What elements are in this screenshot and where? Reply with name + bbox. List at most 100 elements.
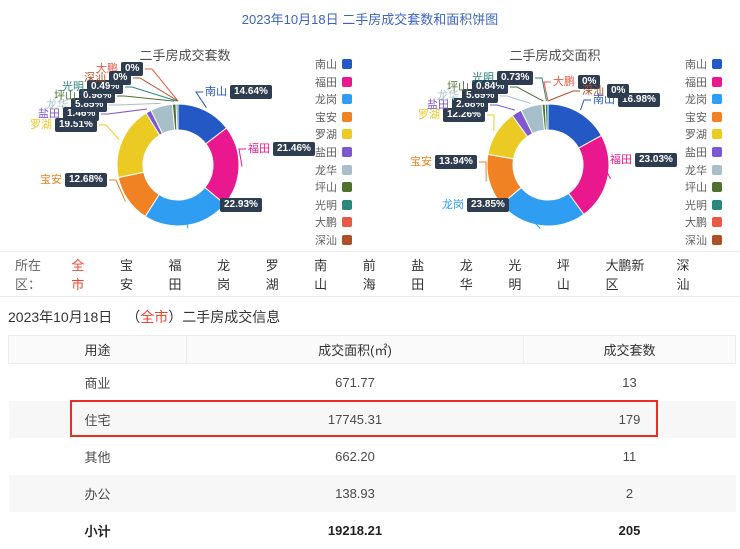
legend-swatch: [712, 94, 722, 105]
legend-swatch: [712, 76, 722, 87]
cell-use: 小计: [84, 523, 111, 539]
legend-item-baoan[interactable]: 宝安: [685, 111, 722, 124]
cell-area: 662.20: [335, 448, 375, 464]
legend-item-baoan[interactable]: 宝安: [315, 111, 352, 124]
filter-option-luohu[interactable]: 罗湖: [266, 255, 289, 293]
filter-option-dapengxinqu[interactable]: 大鹏新区: [605, 255, 650, 293]
section-title-suffix: 二手房成交信息: [182, 309, 281, 325]
pie-leader-line-luohu: [99, 124, 120, 141]
pie-slice-guangming[interactable]: [175, 103, 179, 131]
legend-item-shenshan[interactable]: 深汕: [315, 234, 352, 247]
legend-label: 宝安: [685, 111, 707, 124]
pie-leader-line-longhua: [500, 95, 531, 104]
legend-item-pingshan[interactable]: 坪山: [685, 181, 722, 194]
filter-option-guangming[interactable]: 光明: [508, 255, 531, 293]
legend-swatch: [712, 235, 722, 245]
legend-label: 南山: [315, 59, 337, 71]
legend-swatch: [342, 111, 352, 122]
legend-item-nanshan[interactable]: 南山: [685, 58, 722, 71]
cell-use: 住宅: [84, 412, 111, 428]
cell-count: 179: [618, 411, 641, 427]
cell-count: 13: [622, 374, 637, 390]
pie-leader-line-nanshan: [195, 91, 207, 108]
legend-label: 盐田: [685, 147, 707, 159]
chart-panel-transaction-area: 南山 16.98% 福田 23.03% 龙岗 23.85% 宝安 13.94% 罗湖 12.26%…: [370, 37, 740, 247]
pie-leader-line-yantian: [101, 108, 148, 115]
legend-label: 南山: [685, 59, 707, 71]
transactions-table: 用途 成交面积(㎡) 成交套数 商业 671.77 13 住宅 17745.31 179 其…: [8, 335, 736, 549]
legend-item-nanshan[interactable]: 南山: [315, 58, 352, 71]
pie-leader-line-baoan: [479, 161, 487, 182]
district-filter-bar: 所在区： 全市 宝安 福田 龙岗 罗湖 南山 前海 盐田 龙华 光明 坪山 大鹏新区 深汕: [0, 251, 740, 297]
legend-swatch: [712, 199, 722, 210]
legend-item-luohu[interactable]: 罗湖: [315, 128, 352, 142]
legend-label: 光明: [685, 199, 707, 212]
legend-swatch: [342, 129, 352, 140]
filter-option-longhua[interactable]: 龙华: [460, 255, 483, 293]
cell-use: 办公: [84, 486, 111, 502]
legend-item-longgang[interactable]: 龙岗: [315, 93, 352, 106]
charts-row: 南山 14.64% 福田 21.46% 龙岗 22.93% 宝安 12.68% 罗湖 19.51%…: [0, 37, 740, 247]
legend-item-longgang[interactable]: 龙岗: [685, 93, 722, 107]
page-title: 2023年10月18日 二手房成交套数和面积饼图: [241, 12, 499, 27]
filter-option-pingshan[interactable]: 坪山: [557, 255, 580, 293]
legend-item-pingshan[interactable]: 坪山: [315, 181, 352, 194]
legend-item-guangming[interactable]: 光明: [685, 199, 722, 212]
legend-item-longhua[interactable]: 龙华: [685, 164, 722, 177]
legend-item-shenshan[interactable]: 深汕: [685, 234, 722, 247]
pie-leader-line-yantian: [490, 104, 516, 111]
filter-option-quanshi[interactable]: 全市: [71, 255, 94, 293]
pie-leader-line-futian: [238, 148, 246, 167]
legend-item-yantian[interactable]: 盐田: [685, 146, 722, 159]
pie-leader-line-pingshan: [510, 86, 544, 102]
filter-option-qianhai[interactable]: 前海: [363, 255, 386, 293]
legend-item-dapeng[interactable]: 大鹏: [315, 216, 352, 229]
legend-label: 罗湖: [685, 129, 707, 142]
legend-item-yantian[interactable]: 盐田: [315, 146, 352, 159]
paren-close: ）: [168, 309, 183, 325]
filter-option-baoan[interactable]: 宝安: [120, 255, 143, 293]
legend-swatch: [342, 94, 352, 105]
col-header-use: 用途: [8, 335, 187, 364]
legend-swatch: [342, 147, 352, 157]
cell-use: 商业: [84, 375, 111, 391]
filter-options: 全市 宝安 福田 龙岗 罗湖 南山 前海 盐田 龙华 光明 坪山 大鹏新区 深汕: [71, 255, 725, 293]
cell-count: 2: [625, 485, 634, 501]
filter-option-yantian[interactable]: 盐田: [411, 255, 434, 293]
legend-swatch: [712, 182, 722, 193]
pie-leader-line-longhua: [109, 102, 161, 106]
legend-label: 龙岗: [685, 94, 707, 107]
legend-label: 罗湖: [315, 129, 337, 142]
cell-area: 671.77: [335, 374, 375, 390]
legend-swatch: [712, 217, 722, 228]
legend-item-longhua[interactable]: 龙华: [315, 164, 352, 177]
table-row-bangong: 办公 138.93 2: [8, 474, 736, 512]
filter-option-nanshan[interactable]: 南山: [314, 255, 337, 293]
table-row-shangye: 商业 671.77 13: [9, 364, 736, 401]
cell-count: 11: [622, 448, 637, 464]
legend-label: 龙华: [315, 164, 337, 177]
pie-leader-line-nanshan: [580, 99, 591, 111]
legend-label: 福田: [685, 76, 707, 89]
legend-label: 深汕: [315, 235, 337, 247]
legend-item-guangming[interactable]: 光明: [315, 199, 352, 212]
filter-option-futian[interactable]: 福田: [169, 255, 192, 293]
legend-swatch: [712, 164, 722, 175]
legend-swatch: [342, 182, 352, 193]
legend-swatch: [342, 217, 352, 228]
legend-label: 大鹏: [685, 217, 707, 230]
legend-item-futian[interactable]: 福田: [315, 76, 352, 89]
legend-swatch: [342, 76, 352, 87]
legend-item-dapeng[interactable]: 大鹏: [685, 216, 722, 230]
pie-leader-line-shenshan: [547, 90, 580, 102]
filter-option-longgang[interactable]: 龙岗: [217, 255, 240, 293]
table-row-xiaoji: 小计 19218.21 205: [9, 512, 736, 549]
legend-item-luohu[interactable]: 罗湖: [685, 128, 722, 142]
filter-option-shenshan[interactable]: 深汕: [677, 255, 700, 293]
section-title-date: 2023年10月18日: [8, 309, 113, 325]
section-title-scope: 全市: [140, 309, 169, 325]
chart-panel-transaction-count: 南山 14.64% 福田 21.46% 龙岗 22.93% 宝安 12.68% 罗湖 19.51%…: [0, 37, 370, 247]
col-header-count: 成交套数: [523, 335, 736, 364]
legend-item-futian[interactable]: 福田: [685, 76, 722, 89]
legend-label: 深汕: [685, 235, 707, 247]
